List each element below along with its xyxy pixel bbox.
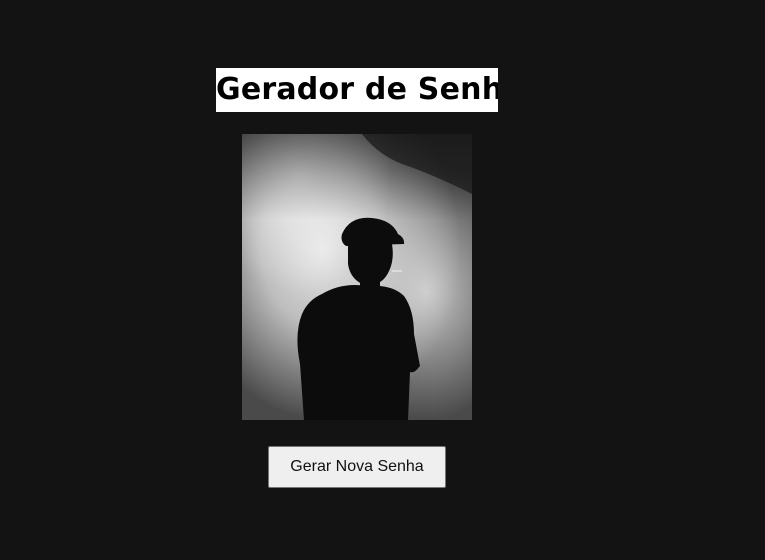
generate-password-button[interactable]: Gerar Nova Senha (268, 446, 446, 488)
page-title: Gerador de Senha (216, 68, 498, 112)
hero-photo (242, 134, 472, 420)
